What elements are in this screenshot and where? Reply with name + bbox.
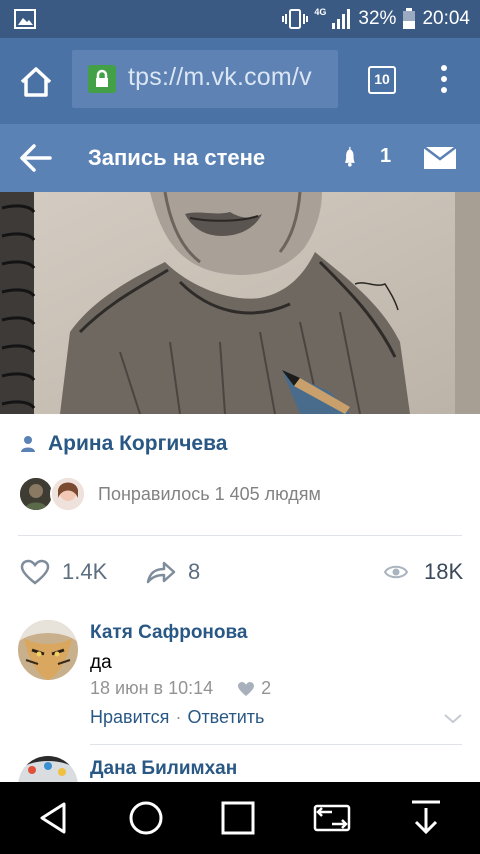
comment-text: да — [90, 652, 112, 673]
eye-icon — [384, 565, 408, 579]
back-icon[interactable] — [34, 798, 74, 838]
address-bar[interactable]: tps://m.vk.com/v — [72, 50, 338, 108]
share-arrow-icon — [146, 561, 176, 584]
status-bar: 4G 32% 20:04 — [0, 0, 480, 38]
comment-author[interactable]: Дана Билимхан — [90, 758, 237, 780]
views-counter: 18K — [384, 552, 463, 592]
post-photo[interactable] — [0, 192, 480, 414]
liked-by-row[interactable]: Понравилось 1 405 людям — [18, 476, 321, 512]
tab-switcher-button[interactable]: 10 — [368, 66, 396, 94]
comment-reply-link[interactable]: Ответить — [187, 707, 264, 727]
avatar — [18, 476, 54, 512]
signal-icon — [332, 9, 351, 29]
comment-item: Катя Сафронова да 18 июн в 10:14 2 Нрави… — [0, 616, 480, 736]
view-count: 18K — [424, 559, 464, 584]
switch-screen-icon[interactable] — [312, 798, 352, 838]
like-count: 1.4K — [62, 559, 108, 584]
avatar[interactable] — [18, 756, 78, 782]
url-text: tps://m.vk.com/v — [128, 63, 312, 91]
battery-icon — [403, 8, 416, 29]
comment-likes: 2 — [237, 678, 271, 699]
share-count: 8 — [188, 559, 201, 584]
home-circle-icon[interactable] — [126, 798, 166, 838]
avatar — [50, 476, 86, 512]
post-actions: 1.4K 8 18K — [0, 552, 480, 592]
app-header: Запись на стене 1 — [0, 124, 480, 192]
notification-count: 1 — [380, 145, 392, 167]
browser-toolbar: tps://m.vk.com/v 10 — [0, 38, 480, 124]
divider — [18, 535, 462, 536]
overflow-menu-icon[interactable] — [432, 62, 456, 102]
pencil-sketch-image — [0, 192, 480, 414]
home-icon[interactable] — [16, 62, 56, 102]
comment-like-count: 2 — [261, 678, 272, 698]
comment-item: Дана Билимхан — [0, 752, 480, 782]
avatar[interactable] — [18, 620, 78, 680]
vibrate-icon — [282, 9, 309, 29]
liked-by-text: Понравилось 1 405 людям — [98, 483, 321, 504]
heart-icon — [238, 681, 255, 696]
comment-date: 18 июн в 10:14 — [90, 678, 214, 698]
divider — [90, 744, 462, 745]
share-button[interactable]: 8 — [146, 552, 200, 592]
post-author[interactable]: Арина Коргичева — [20, 430, 227, 458]
bell-icon[interactable] — [340, 138, 372, 178]
battery-percent: 32% — [358, 8, 397, 29]
gallery-notification-icon — [14, 9, 36, 29]
page-title: Запись на стене — [88, 145, 266, 170]
author-name: Арина Коргичева — [48, 432, 228, 455]
download-icon[interactable] — [406, 798, 446, 838]
chevron-down-icon[interactable] — [442, 712, 464, 726]
recent-apps-icon[interactable] — [218, 798, 258, 838]
lock-icon — [88, 65, 116, 93]
comment-meta: 18 июн в 10:14 2 — [90, 678, 271, 699]
like-button[interactable]: 1.4K — [20, 552, 107, 592]
messages-icon[interactable] — [422, 144, 458, 172]
comment-author[interactable]: Катя Сафронова — [90, 622, 248, 644]
heart-icon — [20, 559, 50, 585]
system-navigation-bar — [0, 782, 480, 854]
user-icon — [21, 436, 35, 452]
clock: 20:04 — [422, 8, 470, 29]
network-type-label: 4G — [314, 7, 327, 17]
comment-actions: Нравится · Ответить — [90, 707, 265, 727]
back-arrow-icon[interactable] — [18, 142, 54, 174]
comment-like-link[interactable]: Нравится — [90, 707, 169, 727]
